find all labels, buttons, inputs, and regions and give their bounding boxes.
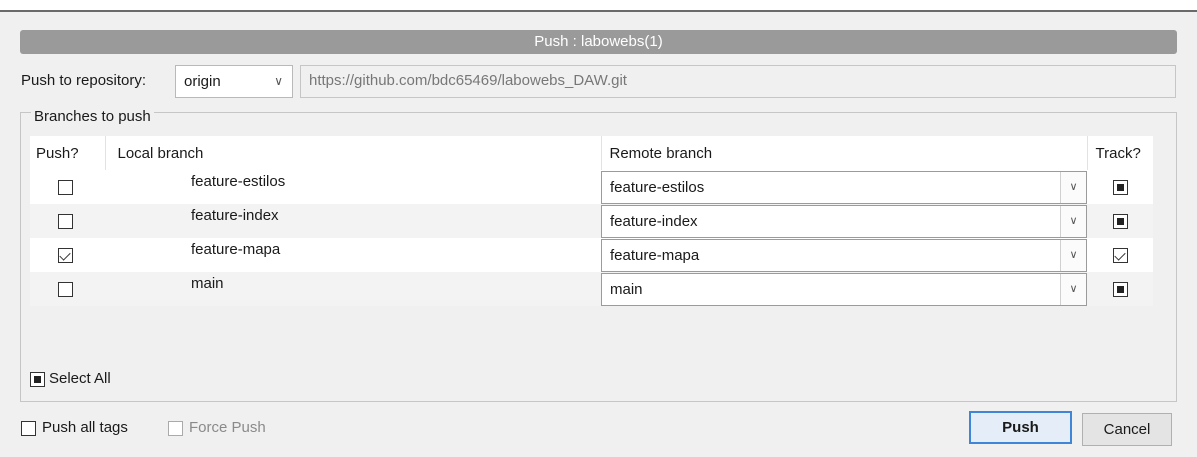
force-push-label: Force Push	[189, 419, 266, 436]
push-checkbox[interactable]	[58, 282, 73, 298]
select-all-label: Select All	[49, 370, 111, 387]
select-all-box[interactable]	[30, 371, 45, 387]
chevron-down-icon[interactable]: ∨	[1060, 205, 1086, 237]
table-row: feature-estilos feature-estilos ∨	[30, 170, 1153, 204]
repository-select[interactable]: origin ∨	[175, 65, 293, 98]
force-push-box	[168, 420, 183, 436]
repository-label: Push to repository:	[21, 72, 147, 89]
remote-branch-combo[interactable]: main ∨	[601, 272, 1087, 306]
remote-branch-value: feature-index	[610, 212, 698, 230]
track-checkbox[interactable]	[1112, 282, 1128, 298]
branches-group-label: Branches to push	[31, 109, 154, 124]
local-branch-name: main	[191, 274, 224, 292]
local-branch-name: feature-mapa	[191, 240, 281, 258]
column-header-local-branch[interactable]: Local branch	[105, 136, 602, 170]
chevron-down-icon[interactable]: ∨	[1060, 171, 1086, 203]
push-all-tags-checkbox[interactable]: Push all tags	[21, 419, 128, 436]
table-row: feature-index feature-index ∨	[30, 204, 1153, 238]
select-all-checkbox[interactable]: Select All	[30, 370, 111, 387]
column-header-remote-branch[interactable]: Remote branch	[601, 136, 1088, 170]
local-branch-name: feature-estilos	[191, 172, 286, 190]
branches-table: Push? Local branch Remote branch Track? …	[30, 136, 1153, 306]
push-checkbox[interactable]	[58, 214, 73, 230]
chevron-down-icon: ∨	[274, 74, 283, 88]
remote-branch-value: feature-mapa	[610, 246, 700, 264]
dialog-title: Push : labowebs(1)	[20, 30, 1177, 54]
push-button[interactable]: Push	[969, 411, 1072, 444]
push-all-tags-box[interactable]	[21, 420, 36, 436]
cancel-button[interactable]: Cancel	[1082, 413, 1172, 446]
remote-branch-value: main	[610, 280, 643, 298]
track-checkbox[interactable]	[1112, 214, 1128, 230]
remote-branch-combo[interactable]: feature-estilos ∨	[601, 170, 1087, 204]
track-checkbox[interactable]	[1112, 248, 1128, 264]
background-window-strip	[0, 0, 1197, 12]
chevron-down-icon[interactable]: ∨	[1060, 239, 1086, 271]
push-all-tags-label: Push all tags	[42, 419, 128, 436]
repository-url-field: https://github.com/bdc65469/labowebs_DAW…	[300, 65, 1176, 98]
chevron-down-icon[interactable]: ∨	[1060, 273, 1086, 305]
remote-branch-value: feature-estilos	[610, 178, 705, 196]
remote-branch-combo[interactable]: feature-mapa ∨	[601, 238, 1087, 272]
table-row: main main ∨	[30, 272, 1153, 306]
track-checkbox[interactable]	[1112, 180, 1128, 196]
column-header-push[interactable]: Push?	[30, 136, 106, 170]
push-checkbox[interactable]	[58, 180, 73, 196]
column-header-track[interactable]: Track?	[1087, 136, 1153, 170]
local-branch-name: feature-index	[191, 206, 279, 224]
remote-branch-combo[interactable]: feature-index ∨	[601, 204, 1087, 238]
table-row: feature-mapa feature-mapa ∨	[30, 238, 1153, 272]
repository-select-value: origin	[184, 73, 221, 90]
force-push-checkbox: Force Push	[168, 419, 266, 436]
push-checkbox[interactable]	[58, 248, 73, 264]
